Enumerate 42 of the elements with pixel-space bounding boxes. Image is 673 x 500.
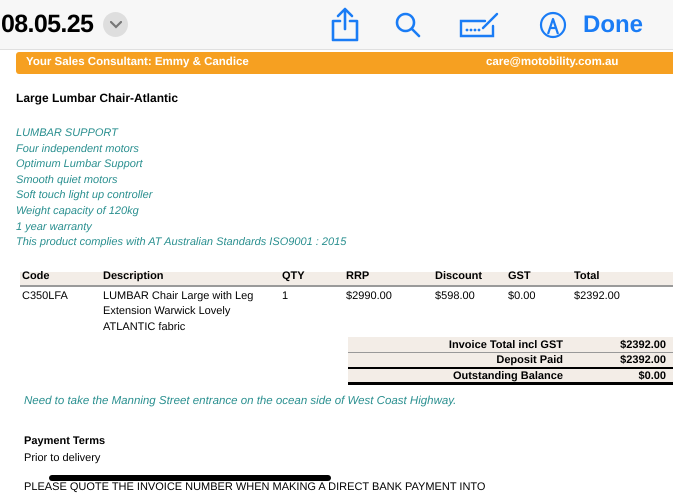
column-header: Total [574,270,600,282]
feature-line: Soft touch light up controller [16,188,152,204]
consultant-text: Your Sales Consultant: Emmy & Candice [26,55,250,70]
payment-terms-heading: Payment Terms [24,434,106,448]
feature-line: This product complies with AT Australian Standards ISO9001 : 2015 [16,235,346,250]
document-title: 08.05.25 [1,8,94,40]
markup-pen-icon[interactable] [539,10,567,38]
column-header: Description [103,270,164,282]
table-cell-text: LUMBAR Chair Large with Leg Extension Warwick Lovely ATLANTIC fabric [103,288,254,335]
total-label: Invoice Total incl GST [448,338,563,350]
product-title: Large Lumbar Chair-Atlantic [16,90,180,107]
feature-line: Smooth quiet motors [16,172,118,188]
column-header: RRP [346,270,370,282]
table-cell: $2990.00 [346,290,392,302]
total-label: Outstanding Balance [452,370,563,382]
share-icon[interactable] [330,6,360,42]
delivery-note: Need to take the Manning Street entrance on the ocean side of West Coast Highway. [24,394,458,410]
feature-line: Optimum Lumbar Support [16,157,143,172]
column-header: Code [22,270,50,282]
done-button[interactable]: Done [583,6,643,42]
feature-line: Weight capacity of 120kg [16,204,139,219]
total-value: $0.00 [638,370,666,382]
keyboard-pen-icon[interactable] [459,12,499,38]
chevron-down-icon[interactable] [103,12,128,37]
table-cell: C350LFA [22,290,68,302]
feature-line: LUMBAR SUPPORT [16,126,118,141]
total-label: Deposit Paid [496,354,563,366]
table-cell: $0.00 [508,290,536,302]
search-icon[interactable] [395,12,421,38]
feature-line: 1 year warranty [16,220,92,235]
email-text: care@motobility.com.au [486,55,618,70]
bank-payment-notice: PLEASE QUOTE THE INVOICE NUMBER WHEN MAKING A DIRECT BANK PAYMENT INTO [24,480,486,494]
feature-line: Four independent motors [16,142,139,157]
total-value: $2392.00 [620,354,666,366]
column-header: GST [508,270,531,282]
payment-terms-text: Prior to delivery [24,451,102,466]
table-cell: $598.00 [435,290,475,302]
column-header: QTY [282,270,305,282]
total-value: $2392.00 [620,338,666,350]
column-header: Discount [435,270,482,282]
table-cell: $2392.00 [574,290,620,302]
table-cell: 1 [282,290,288,302]
